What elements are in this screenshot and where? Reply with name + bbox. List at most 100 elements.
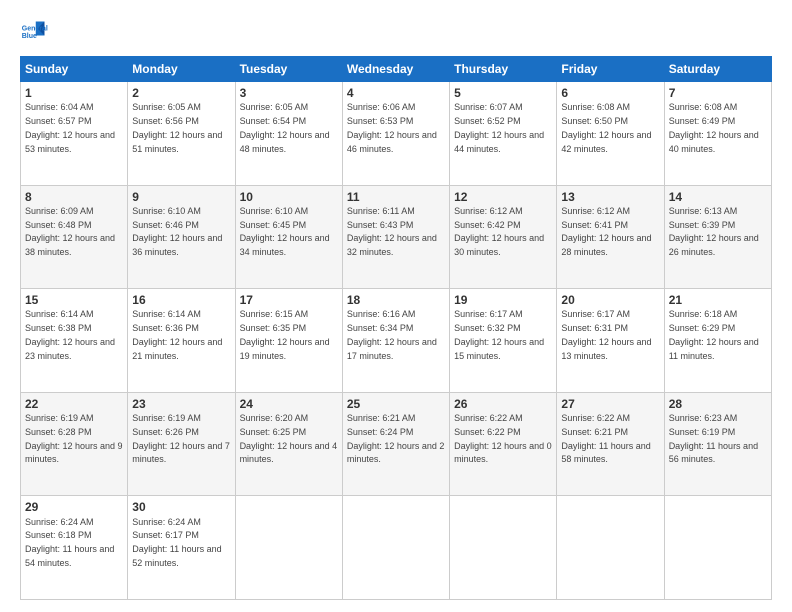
day-number: 12: [454, 189, 552, 205]
svg-text:Blue: Blue: [22, 33, 37, 40]
day-info: Sunrise: 6:04 AMSunset: 6:57 PMDaylight:…: [25, 102, 115, 153]
day-number: 22: [25, 396, 123, 412]
day-number: 23: [132, 396, 230, 412]
calendar-cell: 28Sunrise: 6:23 AMSunset: 6:19 PMDayligh…: [664, 392, 771, 496]
calendar-cell: 21Sunrise: 6:18 AMSunset: 6:29 PMDayligh…: [664, 289, 771, 393]
calendar-cell: 9Sunrise: 6:10 AMSunset: 6:46 PMDaylight…: [128, 185, 235, 289]
header: General Blue: [20, 18, 772, 46]
weekday-header-saturday: Saturday: [664, 57, 771, 82]
calendar-cell: 4Sunrise: 6:06 AMSunset: 6:53 PMDaylight…: [342, 82, 449, 186]
day-number: 27: [561, 396, 659, 412]
calendar-cell: 16Sunrise: 6:14 AMSunset: 6:36 PMDayligh…: [128, 289, 235, 393]
calendar-week-2: 8Sunrise: 6:09 AMSunset: 6:48 PMDaylight…: [21, 185, 772, 289]
day-number: 25: [347, 396, 445, 412]
day-number: 11: [347, 189, 445, 205]
calendar-cell: 2Sunrise: 6:05 AMSunset: 6:56 PMDaylight…: [128, 82, 235, 186]
calendar-cell: [664, 496, 771, 600]
calendar-cell: 25Sunrise: 6:21 AMSunset: 6:24 PMDayligh…: [342, 392, 449, 496]
weekday-header-row: SundayMondayTuesdayWednesdayThursdayFrid…: [21, 57, 772, 82]
weekday-header-friday: Friday: [557, 57, 664, 82]
calendar-cell: [342, 496, 449, 600]
calendar-cell: 6Sunrise: 6:08 AMSunset: 6:50 PMDaylight…: [557, 82, 664, 186]
day-number: 3: [240, 85, 338, 101]
day-number: 26: [454, 396, 552, 412]
day-info: Sunrise: 6:24 AMSunset: 6:17 PMDaylight:…: [132, 517, 221, 568]
calendar-cell: 5Sunrise: 6:07 AMSunset: 6:52 PMDaylight…: [450, 82, 557, 186]
day-info: Sunrise: 6:24 AMSunset: 6:18 PMDaylight:…: [25, 517, 114, 568]
day-info: Sunrise: 6:10 AMSunset: 6:45 PMDaylight:…: [240, 206, 330, 257]
calendar-week-4: 22Sunrise: 6:19 AMSunset: 6:28 PMDayligh…: [21, 392, 772, 496]
page: General Blue SundayMondayTuesdayWednesda…: [0, 0, 792, 612]
day-number: 14: [669, 189, 767, 205]
day-info: Sunrise: 6:05 AMSunset: 6:56 PMDaylight:…: [132, 102, 222, 153]
day-number: 28: [669, 396, 767, 412]
day-number: 15: [25, 292, 123, 308]
day-number: 8: [25, 189, 123, 205]
day-number: 19: [454, 292, 552, 308]
calendar-cell: 20Sunrise: 6:17 AMSunset: 6:31 PMDayligh…: [557, 289, 664, 393]
day-number: 20: [561, 292, 659, 308]
calendar-cell: [557, 496, 664, 600]
calendar-cell: 10Sunrise: 6:10 AMSunset: 6:45 PMDayligh…: [235, 185, 342, 289]
day-number: 24: [240, 396, 338, 412]
calendar-cell: [235, 496, 342, 600]
calendar-cell: 12Sunrise: 6:12 AMSunset: 6:42 PMDayligh…: [450, 185, 557, 289]
calendar-cell: [450, 496, 557, 600]
calendar-week-3: 15Sunrise: 6:14 AMSunset: 6:38 PMDayligh…: [21, 289, 772, 393]
day-number: 7: [669, 85, 767, 101]
day-number: 16: [132, 292, 230, 308]
day-info: Sunrise: 6:20 AMSunset: 6:25 PMDaylight:…: [240, 413, 338, 464]
day-info: Sunrise: 6:17 AMSunset: 6:31 PMDaylight:…: [561, 309, 651, 360]
day-number: 2: [132, 85, 230, 101]
calendar-week-5: 29 Sunrise: 6:24 AMSunset: 6:18 PMDayligh…: [21, 496, 772, 600]
weekday-header-wednesday: Wednesday: [342, 57, 449, 82]
day-info: Sunrise: 6:22 AMSunset: 6:22 PMDaylight:…: [454, 413, 552, 464]
day-number: 9: [132, 189, 230, 205]
day-info: Sunrise: 6:14 AMSunset: 6:38 PMDaylight:…: [25, 309, 115, 360]
calendar-cell: 19Sunrise: 6:17 AMSunset: 6:32 PMDayligh…: [450, 289, 557, 393]
day-info: Sunrise: 6:19 AMSunset: 6:28 PMDaylight:…: [25, 413, 123, 464]
day-number: 10: [240, 189, 338, 205]
calendar-cell: 7Sunrise: 6:08 AMSunset: 6:49 PMDaylight…: [664, 82, 771, 186]
day-info: Sunrise: 6:07 AMSunset: 6:52 PMDaylight:…: [454, 102, 544, 153]
day-number: 4: [347, 85, 445, 101]
day-info: Sunrise: 6:12 AMSunset: 6:41 PMDaylight:…: [561, 206, 651, 257]
calendar-cell: 15Sunrise: 6:14 AMSunset: 6:38 PMDayligh…: [21, 289, 128, 393]
day-info: Sunrise: 6:19 AMSunset: 6:26 PMDaylight:…: [132, 413, 230, 464]
day-info: Sunrise: 6:06 AMSunset: 6:53 PMDaylight:…: [347, 102, 437, 153]
day-number: 6: [561, 85, 659, 101]
svg-text:General: General: [22, 25, 48, 32]
day-info: Sunrise: 6:14 AMSunset: 6:36 PMDaylight:…: [132, 309, 222, 360]
calendar-cell: 24Sunrise: 6:20 AMSunset: 6:25 PMDayligh…: [235, 392, 342, 496]
weekday-header-monday: Monday: [128, 57, 235, 82]
weekday-header-sunday: Sunday: [21, 57, 128, 82]
day-info: Sunrise: 6:23 AMSunset: 6:19 PMDaylight:…: [669, 413, 758, 464]
calendar-table: SundayMondayTuesdayWednesdayThursdayFrid…: [20, 56, 772, 600]
day-number: 1: [25, 85, 123, 101]
day-number: 29: [25, 499, 123, 515]
day-info: Sunrise: 6:13 AMSunset: 6:39 PMDaylight:…: [669, 206, 759, 257]
calendar-cell: 30 Sunrise: 6:24 AMSunset: 6:17 PMDayligh…: [128, 496, 235, 600]
day-number: 18: [347, 292, 445, 308]
calendar-cell: 22Sunrise: 6:19 AMSunset: 6:28 PMDayligh…: [21, 392, 128, 496]
calendar-cell: 8Sunrise: 6:09 AMSunset: 6:48 PMDaylight…: [21, 185, 128, 289]
calendar-cell: 14Sunrise: 6:13 AMSunset: 6:39 PMDayligh…: [664, 185, 771, 289]
day-number: 30: [132, 499, 230, 515]
day-info: Sunrise: 6:15 AMSunset: 6:35 PMDaylight:…: [240, 309, 330, 360]
day-info: Sunrise: 6:16 AMSunset: 6:34 PMDaylight:…: [347, 309, 437, 360]
calendar-cell: 29 Sunrise: 6:24 AMSunset: 6:18 PMDayligh…: [21, 496, 128, 600]
calendar-cell: 17Sunrise: 6:15 AMSunset: 6:35 PMDayligh…: [235, 289, 342, 393]
calendar-cell: 3Sunrise: 6:05 AMSunset: 6:54 PMDaylight…: [235, 82, 342, 186]
day-number: 17: [240, 292, 338, 308]
calendar-cell: 13Sunrise: 6:12 AMSunset: 6:41 PMDayligh…: [557, 185, 664, 289]
day-number: 21: [669, 292, 767, 308]
logo: General Blue: [20, 18, 52, 46]
day-number: 13: [561, 189, 659, 205]
day-info: Sunrise: 6:22 AMSunset: 6:21 PMDaylight:…: [561, 413, 650, 464]
weekday-header-tuesday: Tuesday: [235, 57, 342, 82]
calendar-cell: 27Sunrise: 6:22 AMSunset: 6:21 PMDayligh…: [557, 392, 664, 496]
calendar-cell: 11Sunrise: 6:11 AMSunset: 6:43 PMDayligh…: [342, 185, 449, 289]
day-number: 5: [454, 85, 552, 101]
day-info: Sunrise: 6:17 AMSunset: 6:32 PMDaylight:…: [454, 309, 544, 360]
logo-icon: General Blue: [20, 18, 48, 46]
